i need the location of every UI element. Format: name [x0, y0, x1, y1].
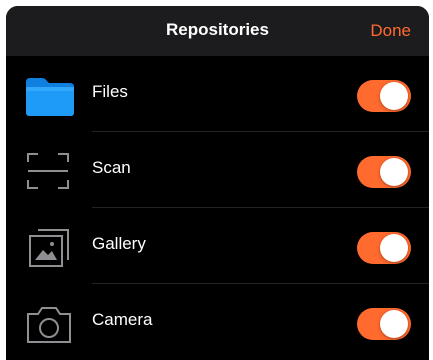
files-toggle[interactable] [357, 80, 411, 112]
toggle-knob [380, 234, 408, 262]
nav-header: Repositories Done [6, 6, 429, 56]
gallery-icon [24, 226, 76, 270]
toggle-knob [380, 310, 408, 338]
repository-label-scan: Scan [92, 158, 131, 177]
gallery-toggle[interactable] [357, 232, 411, 264]
page-title: Repositories [166, 20, 269, 39]
toggle-knob [380, 82, 408, 110]
camera-icon [24, 302, 76, 346]
folder-icon [24, 74, 76, 118]
scan-icon [24, 150, 76, 194]
scan-toggle[interactable] [357, 156, 411, 188]
repository-label-camera: Camera [92, 310, 153, 329]
repository-row-files: Files [6, 56, 429, 132]
repository-label-gallery: Gallery [92, 234, 146, 253]
camera-toggle[interactable] [357, 308, 411, 340]
repositories-sheet: Repositories Done Files Scan Gallery Cam… [6, 6, 429, 360]
toggle-knob [380, 158, 408, 186]
repository-label-files: Files [92, 82, 128, 101]
done-button[interactable]: Done [370, 21, 411, 41]
repository-row-camera: Camera [6, 284, 429, 360]
repository-row-scan: Scan [6, 132, 429, 208]
repository-row-gallery: Gallery [6, 208, 429, 284]
